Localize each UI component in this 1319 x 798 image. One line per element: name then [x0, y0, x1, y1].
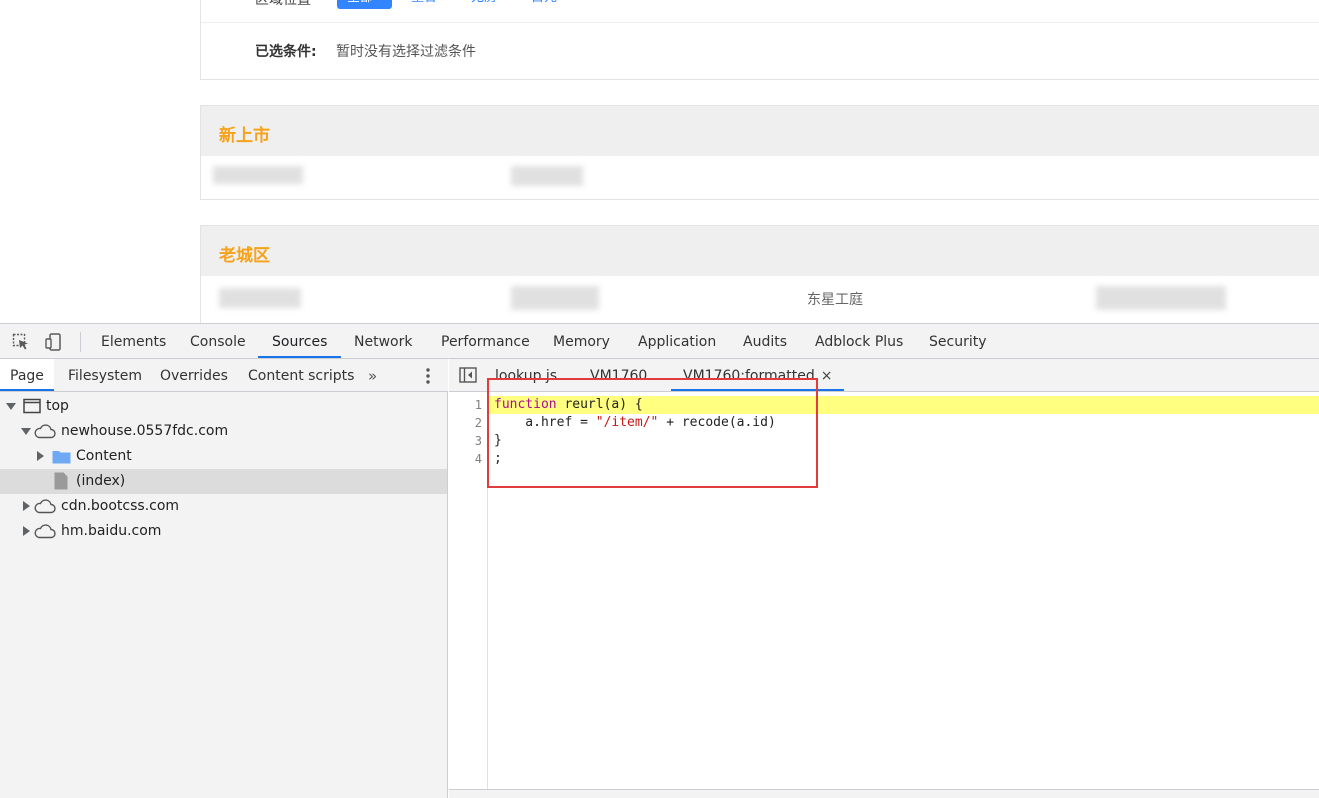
inspect-element-icon[interactable] [12, 333, 30, 351]
tab-application[interactable]: Application [636, 324, 718, 358]
tree-item-label: newhouse.0557fdc.com [61, 423, 229, 439]
selected-conditions-value: 暂时没有选择过滤条件 [336, 44, 476, 60]
filter-panel: 区域位置 全部 重合 无房 占元 已选条件: 暂时没有选择过滤条件 [200, 0, 1319, 80]
section-header: 老城区 [201, 226, 1319, 276]
expand-arrow-icon[interactable] [23, 501, 30, 511]
tab-adblock-plus[interactable]: Adblock Plus [813, 324, 905, 358]
tab-network[interactable]: Network [352, 324, 414, 358]
tree-item-folder[interactable]: Content [0, 444, 447, 469]
tree-item-label: top [46, 398, 69, 414]
folder-icon [52, 451, 71, 464]
tree-item-label: Content [76, 448, 132, 464]
editor-tab-label: VM1760:formatted [683, 368, 815, 384]
cloud-icon [34, 424, 56, 439]
filter-pill-2[interactable]: 重合 [401, 0, 447, 9]
filter-pill-4[interactable]: 占元 [521, 0, 567, 9]
expand-arrow-icon[interactable] [6, 403, 16, 410]
tab-performance[interactable]: Performance [439, 324, 532, 358]
toggle-navigator-icon[interactable] [459, 367, 477, 383]
file-icon [54, 472, 68, 490]
tree-item-domain[interactable]: cdn.bootcss.com [0, 494, 447, 519]
line-number[interactable]: 3 [475, 434, 482, 448]
frame-icon [23, 398, 41, 414]
section-title: 新上市 [219, 126, 270, 146]
editor-tab-vm1760[interactable]: VM1760 [590, 359, 647, 391]
code-line-2[interactable]: a.href = "/item/" + recode(a.id) [494, 414, 776, 432]
tree-item-domain[interactable]: hm.baidu.com [0, 519, 447, 544]
blurred-listing[interactable] [213, 166, 303, 184]
tab-audits[interactable]: Audits [741, 324, 789, 358]
devtools-main-toolbar: Elements Console Sources Network Perform… [0, 324, 1319, 359]
screenshot-root: 区域位置 全部 重合 无房 占元 已选条件: 暂时没有选择过滤条件 新上市 老城… [0, 0, 1319, 798]
editor-tab-lookup-js[interactable]: lookup.js [495, 359, 557, 391]
toolbar-separator [80, 332, 81, 352]
close-tab-icon[interactable]: × [821, 368, 833, 384]
cloud-icon [34, 524, 56, 539]
code-line-3[interactable]: } [494, 432, 502, 450]
navigator-tabs: Page Filesystem Overrides Content script… [0, 359, 448, 392]
tree-item-file-selected[interactable]: (index) [0, 469, 447, 494]
devtools-panel: Elements Console Sources Network Perform… [0, 323, 1319, 798]
listing-name[interactable]: 东星工庭 [807, 289, 863, 309]
line-number[interactable]: 4 [475, 452, 482, 466]
expand-arrow-icon[interactable] [37, 451, 44, 461]
tree-item-label: (index) [76, 473, 126, 489]
web-page-viewport: 区域位置 全部 重合 无房 占元 已选条件: 暂时没有选择过滤条件 新上市 老城… [0, 0, 1319, 323]
source-editor: lookup.js VM1760 VM1760:formatted × 1 2 3… [449, 359, 1319, 798]
blurred-listing[interactable] [511, 286, 599, 310]
tree-item-label: cdn.bootcss.com [61, 498, 180, 514]
editor-tabs: lookup.js VM1760 VM1760:formatted × [449, 359, 1319, 392]
code-text: a.href = [494, 415, 596, 430]
tab-elements[interactable]: Elements [99, 324, 168, 358]
selected-conditions-label: 已选条件: [255, 44, 317, 60]
kebab-menu-icon[interactable] [422, 366, 434, 386]
filter-row-area: 区域位置 全部 重合 无房 占元 [201, 0, 1319, 23]
tab-security[interactable]: Security [927, 324, 989, 358]
line-number-gutter: 1 2 3 4 [449, 392, 488, 798]
filter-pill-3[interactable]: 无房 [461, 0, 507, 9]
expand-arrow-icon[interactable] [21, 428, 31, 435]
code-string: "/item/" [595, 415, 659, 430]
blurred-listing[interactable] [219, 288, 301, 308]
device-toolbar-icon[interactable] [45, 333, 63, 351]
tree-item-top[interactable]: top [0, 394, 447, 419]
tab-console[interactable]: Console [188, 324, 248, 358]
section-title: 老城区 [219, 246, 270, 266]
code-area[interactable]: function reurl(a) { a.href = "/item/" + … [489, 392, 1319, 798]
section-old-town: 老城区 东星工庭 [200, 225, 1319, 323]
line-number[interactable]: 1 [475, 398, 482, 412]
cloud-icon [34, 499, 56, 514]
nav-tab-overrides[interactable]: Overrides [160, 359, 228, 391]
code-text: reurl(a) { [556, 397, 643, 412]
tab-sources[interactable]: Sources [258, 324, 342, 358]
tree-item-domain[interactable]: newhouse.0557fdc.com [0, 419, 447, 444]
filter-pill-all[interactable]: 全部 [337, 0, 392, 9]
line-number[interactable]: 2 [475, 416, 482, 430]
code-text: + recode(a.id) [658, 415, 776, 430]
editor-tab-vm1760-formatted[interactable]: VM1760:formatted × [671, 359, 845, 391]
filter-area-label: 区域位置 [255, 0, 311, 8]
section-new-listings: 新上市 [200, 105, 1319, 200]
code-line-4[interactable]: ; [494, 450, 502, 468]
blurred-listing[interactable] [1096, 286, 1226, 310]
editor-status-bar [449, 789, 1319, 798]
code-keyword: function [494, 397, 557, 412]
tree-item-label: hm.baidu.com [61, 523, 162, 539]
nav-tab-page[interactable]: Page [0, 359, 54, 391]
expand-arrow-icon[interactable] [23, 526, 30, 536]
nav-tab-content-scripts[interactable]: Content scripts [248, 359, 354, 391]
more-tabs-icon[interactable]: » [368, 367, 377, 385]
section-header: 新上市 [201, 106, 1319, 156]
nav-tab-filesystem[interactable]: Filesystem [68, 359, 142, 391]
sources-navigator: Page Filesystem Overrides Content script… [0, 359, 448, 798]
code-line-1[interactable]: function reurl(a) { [494, 396, 643, 414]
tab-memory[interactable]: Memory [551, 324, 612, 358]
blurred-listing[interactable] [511, 166, 583, 186]
